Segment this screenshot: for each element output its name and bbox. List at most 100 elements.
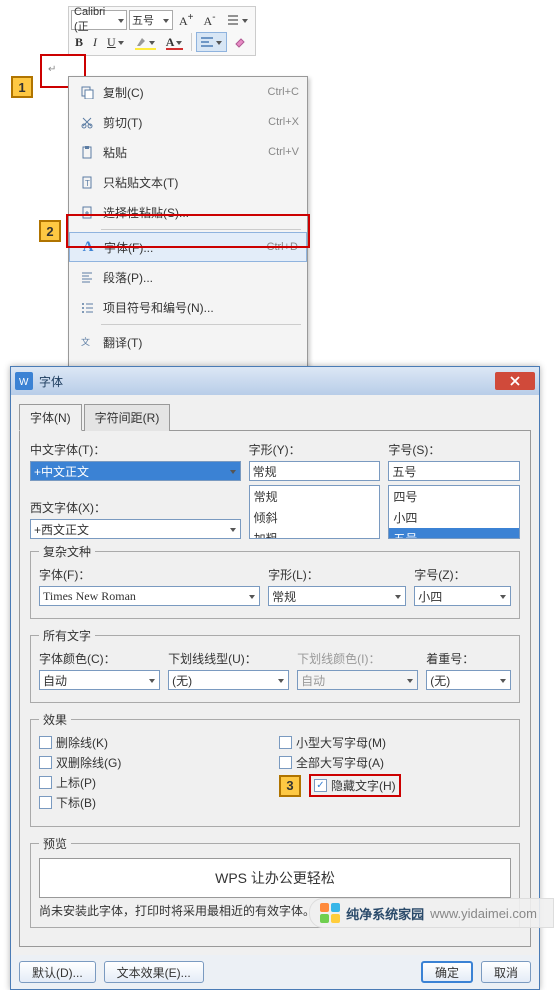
paragraph-mark: ↵ [48,64,56,75]
svg-text:T: T [85,179,90,188]
menu-paste-text[interactable]: T只粘贴文本(T) [69,167,307,197]
list-item[interactable]: 常规 [250,486,380,507]
menu-separator [101,324,301,325]
highlight-box-3: ✓隐藏文字(H) [309,774,401,797]
tab-font[interactable]: 字体(N) [19,404,82,431]
menu-shortcut: Ctrl+C [268,86,299,98]
checkbox-icon [39,736,52,749]
font-size-dropdown[interactable]: 五号 [129,10,173,30]
menu-paragraph[interactable]: 段落(P)... [69,262,307,292]
complex-font-input[interactable]: Times New Roman [39,586,260,606]
callout-3: 3 [279,775,301,797]
dialog-title: 字体 [39,373,495,390]
eraser-button[interactable] [229,32,251,52]
menu-translate[interactable]: 文翻译(T) [69,327,307,357]
menu-paste[interactable]: 粘贴Ctrl+V [69,137,307,167]
chevron-down-icon [149,677,156,684]
complex-scripts-group: 复杂文种 字体(F)：Times New Roman 字形(L)：常规 字号(Z… [30,543,520,619]
checkbox-icon: ✓ [314,779,327,792]
bold-button[interactable]: B [71,32,87,52]
legend-alltext: 所有文字 [39,627,95,644]
style-input[interactable]: 常规 [249,461,381,481]
alignment-button[interactable] [196,32,227,52]
font-color-button[interactable]: A [162,32,188,52]
checkbox-icon [279,736,292,749]
size-listbox[interactable]: 四号 小四 五号 [388,485,520,539]
menu-label: 粘贴 [103,144,268,161]
label-ucolor: 下划线颜色(I)： [297,650,418,667]
label-cfont: 字体(F)： [39,566,260,583]
list-item[interactable]: 加粗 [250,528,380,539]
formatting-toolbar: Calibri (正 五号 A+ A- B I U A [68,6,256,56]
checkbox-super[interactable]: 上标(P) [39,774,271,791]
menu-paste-special[interactable]: 选择性粘贴(S)... [69,197,307,227]
checkbox-dstrike[interactable]: 双删除线(G) [39,754,271,771]
paste-icon [77,145,97,159]
font-icon: A [78,239,98,256]
list-icon [77,300,97,314]
chevron-down-icon [176,39,183,46]
cn-font-input[interactable]: +中文正文 [30,461,241,481]
callout-1: 1 [11,76,33,98]
menu-bullets[interactable]: 项目符号和编号(N)... [69,292,307,322]
checkbox-smallcaps[interactable]: 小型大写字母(M) [279,734,511,751]
checkbox-allcaps[interactable]: 全部大写字母(A) [279,754,511,771]
label-emphasis: 着重号： [426,650,511,667]
dialog-titlebar[interactable]: W 字体 [11,367,539,395]
checkbox-strike[interactable]: 删除线(K) [39,734,271,751]
size-input[interactable]: 五号 [388,461,520,481]
chevron-down-icon [242,17,249,24]
style-listbox[interactable]: 常规 倾斜 加粗 [249,485,381,539]
decrease-font-button[interactable]: A- [200,10,220,30]
complex-size-input[interactable]: 小四 [414,586,511,606]
chevron-down-icon [216,39,223,46]
cancel-button[interactable]: 取消 [481,961,531,983]
underline-style-dropdown[interactable]: (无) [168,670,289,690]
tab-spacing[interactable]: 字符间距(R) [84,404,171,431]
chevron-down-icon [230,468,237,475]
italic-button[interactable]: I [89,32,101,52]
legend-effects: 效果 [39,711,71,728]
list-item[interactable]: 四号 [389,486,519,507]
callout-2: 2 [39,220,61,242]
default-button[interactable]: 默认(D)... [19,961,96,983]
text-effect-button[interactable]: 文本效果(E)... [104,961,204,983]
en-font-input[interactable]: +西文正文 [30,519,241,539]
menu-label: 字体(F)... [104,239,267,256]
complex-style-input[interactable]: 常规 [268,586,406,606]
list-item[interactable]: 五号 [389,528,519,539]
checkbox-sub[interactable]: 下标(B) [39,794,271,811]
list-item[interactable]: 倾斜 [250,507,380,528]
emphasis-dropdown[interactable]: (无) [426,670,511,690]
highlight-color-button[interactable] [131,32,160,52]
svg-text:文: 文 [81,336,90,347]
underline-button[interactable]: U [103,32,129,52]
font-color-dropdown[interactable]: 自动 [39,670,160,690]
legend-preview: 预览 [39,835,71,852]
watermark-url: www.yidaimei.com [430,906,537,921]
ok-button[interactable]: 确定 [421,961,473,983]
label-fontcolor: 字体颜色(C)： [39,650,160,667]
menu-copy[interactable]: 复制(C)Ctrl+C [69,77,307,107]
chevron-down-icon [149,39,156,46]
list-item[interactable]: 小四 [389,507,519,528]
checkbox-hidden[interactable]: ✓隐藏文字(H) [314,777,396,794]
svg-text:W: W [19,377,29,387]
menu-cut[interactable]: 剪切(T)Ctrl+X [69,107,307,137]
cut-icon [77,115,97,129]
app-icon: W [15,372,33,390]
effects-group: 效果 删除线(K) 双删除线(G) 上标(P) 下标(B) 小型大写字母(M) … [30,711,520,827]
close-button[interactable] [495,372,535,390]
menu-shortcut: Ctrl+V [268,146,299,158]
line-spacing-button[interactable] [222,10,253,30]
menu-font[interactable]: A字体(F)...Ctrl+D [69,232,307,262]
all-text-group: 所有文字 字体颜色(C)：自动 下划线线型(U)：(无) 下划线颜色(I)：自动… [30,627,520,703]
menu-label: 剪切(T) [103,114,268,131]
increase-font-button[interactable]: A+ [175,10,198,30]
font-name-dropdown[interactable]: Calibri (正 [71,10,127,30]
label-csize: 字号(Z)： [414,566,511,583]
menu-label: 项目符号和编号(N)... [103,299,299,316]
label-cstyle: 字形(L)： [268,566,406,583]
chevron-down-icon [230,526,237,533]
translate-icon: 文 [77,335,97,349]
